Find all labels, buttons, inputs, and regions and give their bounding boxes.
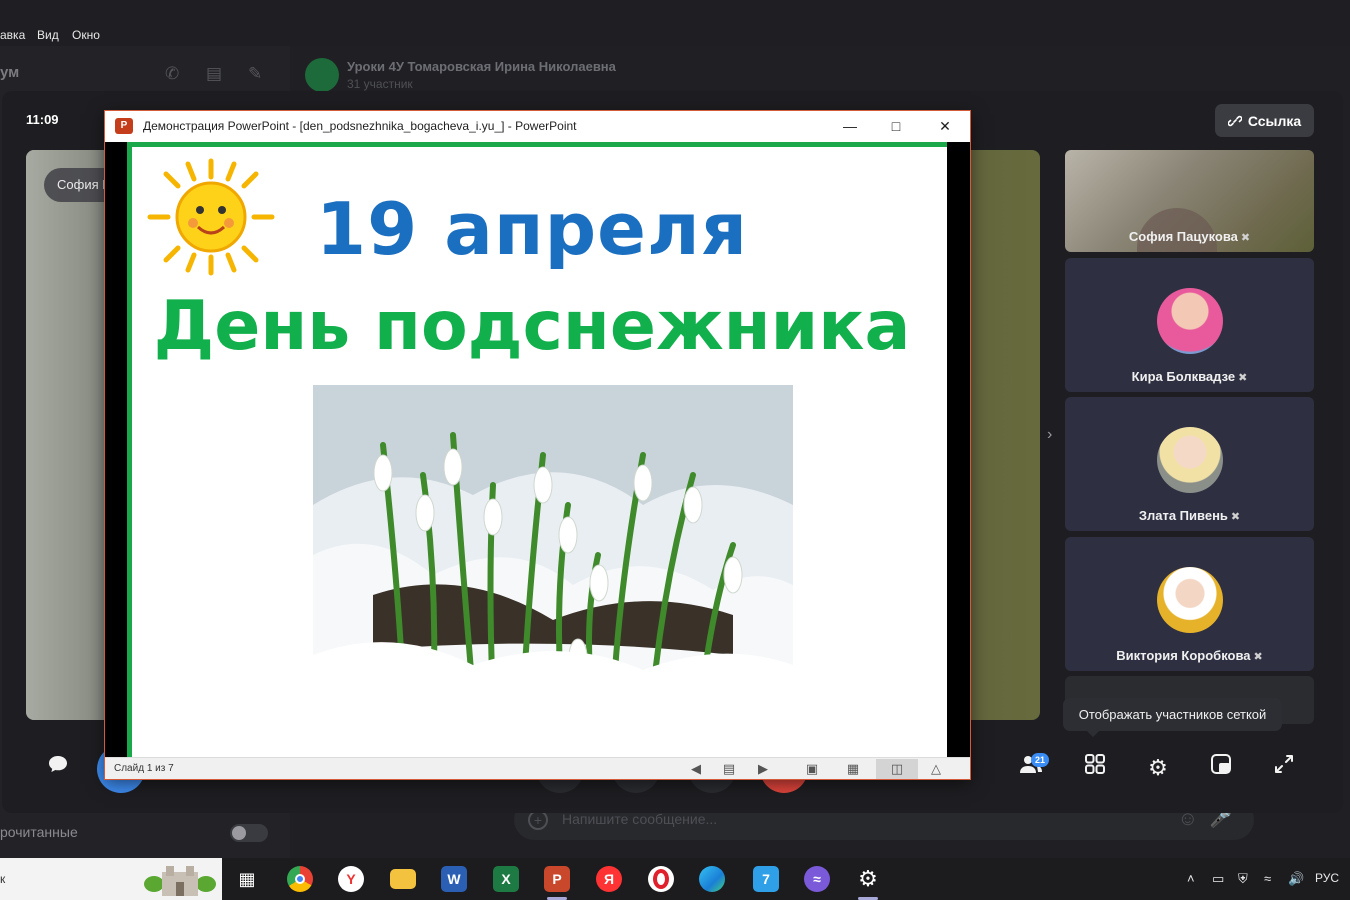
- menu-item-window[interactable]: Окно: [72, 28, 100, 42]
- slide-show-area[interactable]: 19 апреля День подснежника: [105, 142, 970, 757]
- link-icon: [1227, 115, 1242, 126]
- edge-icon[interactable]: [696, 863, 728, 895]
- settings-gear-icon[interactable]: ⚙: [1142, 752, 1174, 784]
- participant-avatar: [1157, 288, 1223, 354]
- mic-off-icon: ✖: [1240, 232, 1251, 244]
- battery-icon[interactable]: ▭: [1212, 871, 1224, 887]
- powerpoint-logo-icon: P: [115, 118, 133, 134]
- powerpoint-window-title: Демонстрация PowerPoint - [den_podsnezhn…: [143, 119, 577, 133]
- picture-in-picture-icon[interactable]: [1205, 752, 1237, 784]
- wifi-icon[interactable]: ≈: [1264, 871, 1271, 886]
- powerpoint-taskbar-icon[interactable]: P: [541, 863, 573, 900]
- participant-avatar: [1157, 567, 1223, 633]
- chrome-icon[interactable]: [284, 863, 316, 895]
- close-button[interactable]: ✕: [922, 111, 968, 142]
- file-explorer-icon[interactable]: [387, 863, 419, 895]
- minimize-button[interactable]: —: [827, 111, 873, 142]
- next-slide-icon[interactable]: ▶: [750, 759, 776, 779]
- menu-item-view[interactable]: Вид: [37, 28, 59, 42]
- taskbar-search-box[interactable]: к: [0, 858, 222, 900]
- task-view-icon[interactable]: ▦: [231, 863, 263, 895]
- chat-avatar: [305, 58, 339, 92]
- chat-icon[interactable]: [42, 752, 74, 784]
- chevron-right-icon[interactable]: ›: [1047, 426, 1052, 444]
- copy-link-label: Ссылка: [1247, 112, 1302, 129]
- video-background: [26, 150, 106, 720]
- message-input-placeholder: Напишите сообщение...: [562, 811, 718, 827]
- volume-icon[interactable]: 🔊: [1288, 871, 1304, 887]
- slide-title: День подснежника: [153, 287, 911, 366]
- security-shield-icon[interactable]: ⛨: [1238, 871, 1248, 887]
- yandex-icon[interactable]: Я: [593, 863, 625, 895]
- previous-slide-icon[interactable]: ◀: [683, 759, 709, 779]
- fullscreen-icon[interactable]: [1268, 752, 1300, 784]
- slide-counter: Слайд 1 из 7: [114, 763, 174, 774]
- unread-filter-toggle[interactable]: [230, 824, 268, 842]
- language-indicator[interactable]: РУС: [1315, 871, 1339, 885]
- powerpoint-title-bar[interactable]: P Демонстрация PowerPoint - [den_podsnez…: [105, 111, 970, 142]
- workspace-title: ум: [0, 64, 20, 81]
- slide-list-icon[interactable]: ▤: [716, 759, 742, 779]
- system-title-bar: [0, 0, 1350, 24]
- chevron-up-icon[interactable]: ˄: [1187, 871, 1195, 886]
- participants-count-badge: 21: [1031, 753, 1049, 767]
- unread-filter-label: рочитанные: [0, 824, 78, 840]
- participant-name: Злата Пивень: [1138, 508, 1228, 523]
- new-call-icon[interactable]: ✆: [165, 64, 179, 84]
- slideshow-view-icon[interactable]: △: [923, 759, 949, 779]
- slideshow-status-bar: Слайд 1 из 7 ◀ ▤ ▶ ▣ ▦ ◫ △: [105, 757, 970, 779]
- participant-tile[interactable]: Виктория Коробкова ✖: [1065, 537, 1314, 671]
- call-time: 11:09: [26, 112, 59, 127]
- snowdrops-photo: [313, 385, 793, 730]
- chat-title: Уроки 4У Томаровская Ирина Николаевна: [347, 59, 616, 74]
- mic-off-icon: ✖: [1238, 372, 1248, 384]
- normal-view-icon[interactable]: ▣: [799, 759, 825, 779]
- search-highlight-illustration: [144, 866, 216, 896]
- app-7-icon[interactable]: 7: [750, 863, 782, 895]
- slide-sorter-icon[interactable]: ▦: [840, 759, 866, 779]
- participant-tile[interactable]: София Пацукова ✖: [1065, 150, 1314, 252]
- grid-view-icon[interactable]: [1079, 752, 1111, 784]
- opera-icon[interactable]: [645, 863, 677, 895]
- participant-name: Виктория Коробкова: [1116, 648, 1251, 663]
- menu-item-edit[interactable]: авка: [0, 28, 25, 42]
- copy-link-button[interactable]: Ссылка: [1215, 104, 1314, 137]
- participant-name: София Пацукова: [1128, 229, 1238, 244]
- attach-icon[interactable]: +: [528, 810, 548, 830]
- word-icon[interactable]: W: [438, 863, 470, 895]
- participant-name: Кира Болквадзе: [1131, 369, 1236, 384]
- mic-off-icon: ✖: [1253, 651, 1263, 663]
- settings-taskbar-icon[interactable]: ⚙: [852, 863, 884, 900]
- yandex-browser-icon[interactable]: Y: [335, 863, 367, 895]
- participant-avatar: [1157, 427, 1223, 493]
- compose-icon[interactable]: ✎: [248, 64, 262, 84]
- excel-icon[interactable]: X: [490, 863, 522, 895]
- mic-off-icon: ✖: [1230, 511, 1241, 523]
- participant-tile[interactable]: Кира Болквадзе ✖: [1065, 258, 1314, 392]
- menu-bar: авка Вид Окно: [0, 24, 1350, 46]
- archive-icon[interactable]: ▤: [206, 64, 222, 84]
- slide-date: 19 апреля: [316, 187, 748, 271]
- search-text: к: [0, 872, 6, 886]
- slide: 19 апреля День подснежника: [127, 142, 947, 757]
- reading-view-icon[interactable]: ◫: [876, 759, 918, 779]
- grid-view-tooltip: Отображать участников сеткой: [1063, 698, 1282, 737]
- chat-member-count: 31 участник: [347, 77, 413, 91]
- purple-app-icon[interactable]: ≈: [801, 863, 833, 895]
- powerpoint-window[interactable]: P Демонстрация PowerPoint - [den_podsnez…: [104, 110, 971, 780]
- maximize-button[interactable]: □: [873, 111, 919, 142]
- participant-tile[interactable]: Злата Пивень ✖: [1065, 397, 1314, 531]
